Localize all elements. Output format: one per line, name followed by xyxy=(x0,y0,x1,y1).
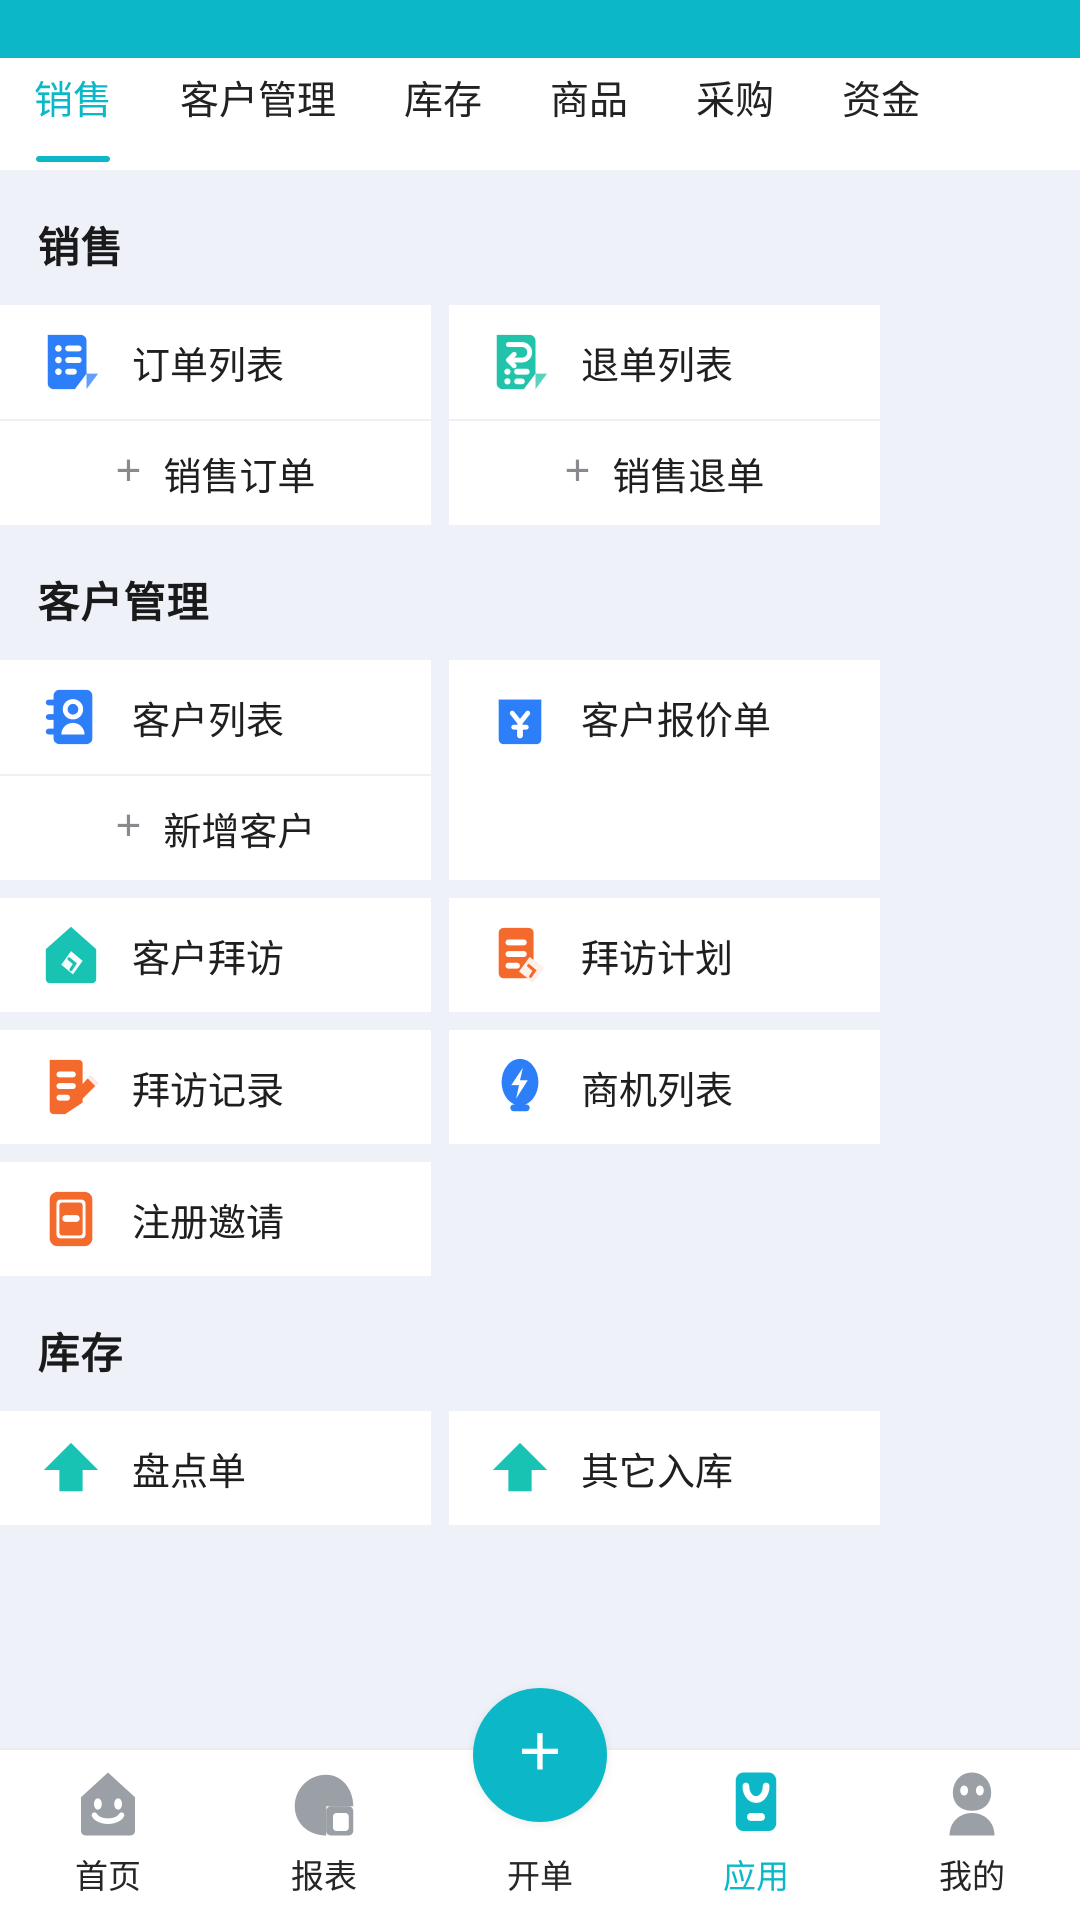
tab-label: 销售 xyxy=(34,80,113,123)
section-grid: 盘点单 其它入库 xyxy=(0,1411,1080,1525)
plus-icon: + xyxy=(518,1709,562,1792)
app-entry-main[interactable]: 客户列表 xyxy=(0,660,431,774)
section-title: 销售 xyxy=(38,224,125,271)
app-entry-main[interactable]: 注册邀请 xyxy=(0,1162,431,1276)
section-grid: 订单列表 + 销售订单 退单列表 + 销售退单 xyxy=(0,305,1080,525)
tab-active-underline xyxy=(36,156,110,162)
bottom-nav-item-2[interactable]: 报表 xyxy=(216,1750,432,1920)
app-entry-card[interactable]: 盘点单 xyxy=(0,1411,431,1525)
quick-add-label: 新增客户 xyxy=(163,811,316,854)
bottom-nav-label: 开单 xyxy=(507,1858,573,1895)
app-entry-card[interactable]: 拜访记录 xyxy=(0,1030,431,1144)
bottom-nav-item-5[interactable]: 我的 xyxy=(864,1750,1080,1920)
app-entry-label: 客户列表 xyxy=(132,700,285,743)
bottom-navigation-bar[interactable]: 首页 报表 + 开单 应用 我的 xyxy=(0,1688,1080,1920)
visit-plan-icon xyxy=(489,924,551,986)
section-header: 销售 xyxy=(0,170,1080,305)
tab-4[interactable]: 商品 xyxy=(516,58,662,170)
tab-label: 采购 xyxy=(696,80,775,123)
section-header: 客户管理 xyxy=(0,525,1080,660)
create-order-fab[interactable]: + xyxy=(473,1688,607,1822)
app-entry-quick-add[interactable]: + 新增客户 xyxy=(0,774,431,880)
stock-up-icon xyxy=(489,1437,551,1499)
app-entry-main[interactable]: 商机列表 xyxy=(449,1030,880,1144)
contact-book-icon xyxy=(40,686,102,748)
tab-label: 资金 xyxy=(842,80,921,123)
quotation-yuan-icon xyxy=(489,686,551,748)
tab-label: 库存 xyxy=(404,80,483,123)
section-grid: 客户列表 + 新增客户 客户报价单 客户拜访 拜访计划 拜访记录 商机列表 注册… xyxy=(0,660,1080,1276)
status-bar xyxy=(0,0,1080,58)
app-entry-card[interactable]: 注册邀请 xyxy=(0,1162,431,1276)
app-entry-label: 退单列表 xyxy=(581,345,734,388)
app-entry-main[interactable]: 客户拜访 xyxy=(0,898,431,1012)
app-entry-main[interactable]: 拜访计划 xyxy=(449,898,880,1012)
tab-6[interactable]: 资金 xyxy=(808,58,954,170)
section-header: 库存 xyxy=(0,1276,1080,1411)
app-entry-quick-add[interactable]: + 销售退单 xyxy=(449,419,880,525)
tab-2[interactable]: 客户管理 xyxy=(146,58,370,170)
plus-icon: + xyxy=(564,446,591,495)
bottom-nav-item-4[interactable]: 应用 xyxy=(648,1750,864,1920)
app-entry-card[interactable]: 其它入库 xyxy=(449,1411,880,1525)
quick-add-label: 销售退单 xyxy=(612,456,765,499)
quick-add-label: 销售订单 xyxy=(163,456,316,499)
apps-grid-icon xyxy=(720,1768,792,1840)
tab-3[interactable]: 库存 xyxy=(370,58,516,170)
bottom-nav-label: 首页 xyxy=(75,1858,141,1895)
category-tab-strip[interactable]: 销售 客户管理 库存 商品 采购 资金 xyxy=(0,58,1080,170)
order-list-icon xyxy=(40,331,102,393)
app-entry-card[interactable]: 拜访计划 xyxy=(449,898,880,1012)
app-entry-label: 盘点单 xyxy=(132,1451,247,1494)
return-list-icon xyxy=(489,331,551,393)
app-entry-label: 拜访记录 xyxy=(132,1070,285,1113)
visit-house-icon xyxy=(40,924,102,986)
app-entry-label: 客户拜访 xyxy=(132,938,285,981)
person-icon xyxy=(936,1768,1008,1840)
app-entry-card[interactable]: 订单列表 + 销售订单 xyxy=(0,305,431,525)
tab-1[interactable]: 销售 xyxy=(0,58,146,170)
app-entry-label: 拜访计划 xyxy=(581,938,734,981)
section-title: 库存 xyxy=(38,1330,125,1377)
stock-up-icon xyxy=(40,1437,102,1499)
tab-label: 客户管理 xyxy=(180,80,337,123)
app-entry-label: 其它入库 xyxy=(581,1451,734,1494)
bottom-nav-label: 报表 xyxy=(291,1858,357,1895)
app-entry-main[interactable]: 盘点单 xyxy=(0,1411,431,1525)
app-entry-card[interactable]: 客户拜访 xyxy=(0,898,431,1012)
app-entry-label: 商机列表 xyxy=(581,1070,734,1113)
app-entry-label: 客户报价单 xyxy=(581,700,772,743)
app-entry-main[interactable]: 其它入库 xyxy=(449,1411,880,1525)
grid-filler xyxy=(449,1162,880,1276)
app-entry-card[interactable]: 商机列表 xyxy=(449,1030,880,1144)
app-entry-main[interactable]: 订单列表 xyxy=(0,305,431,419)
app-entry-main[interactable]: 拜访记录 xyxy=(0,1030,431,1144)
app-entry-label: 注册邀请 xyxy=(132,1202,285,1245)
report-chart-icon xyxy=(288,1768,360,1840)
app-entry-main[interactable]: 退单列表 xyxy=(449,305,880,419)
register-invite-icon xyxy=(40,1188,102,1250)
app-entry-label: 订单列表 xyxy=(132,345,285,388)
bottom-nav-label: 应用 xyxy=(723,1858,789,1895)
bottom-nav-item-1[interactable]: 首页 xyxy=(0,1750,216,1920)
app-entry-card[interactable]: 客户列表 + 新增客户 xyxy=(0,660,431,880)
app-entry-card[interactable]: 退单列表 + 销售退单 xyxy=(449,305,880,525)
tab-5[interactable]: 采购 xyxy=(662,58,808,170)
visit-record-icon xyxy=(40,1056,102,1118)
home-smile-icon xyxy=(72,1768,144,1840)
tab-label: 商品 xyxy=(550,80,629,123)
opportunity-bulb-icon xyxy=(489,1056,551,1118)
app-entry-main[interactable]: 客户报价单 xyxy=(449,660,880,774)
app-content-scroll[interactable]: 销售 订单列表 + 销售订单 退单列表 + 销售退单 客户管理 客户列表 + 新… xyxy=(0,170,1080,1920)
app-entry-card[interactable]: 客户报价单 xyxy=(449,660,880,880)
plus-icon: + xyxy=(115,801,142,850)
app-screen: 销售 客户管理 库存 商品 采购 资金 销售 订单列表 + 销售订单 退单列表 + 销售退单 客户管… xyxy=(0,0,1080,1920)
section-title: 客户管理 xyxy=(38,579,211,626)
app-entry-quick-add[interactable]: + 销售订单 xyxy=(0,419,431,525)
plus-icon: + xyxy=(115,446,142,495)
bottom-nav-label: 我的 xyxy=(939,1858,1005,1895)
bottom-nav-item-3[interactable]: + 开单 xyxy=(432,1688,648,1920)
